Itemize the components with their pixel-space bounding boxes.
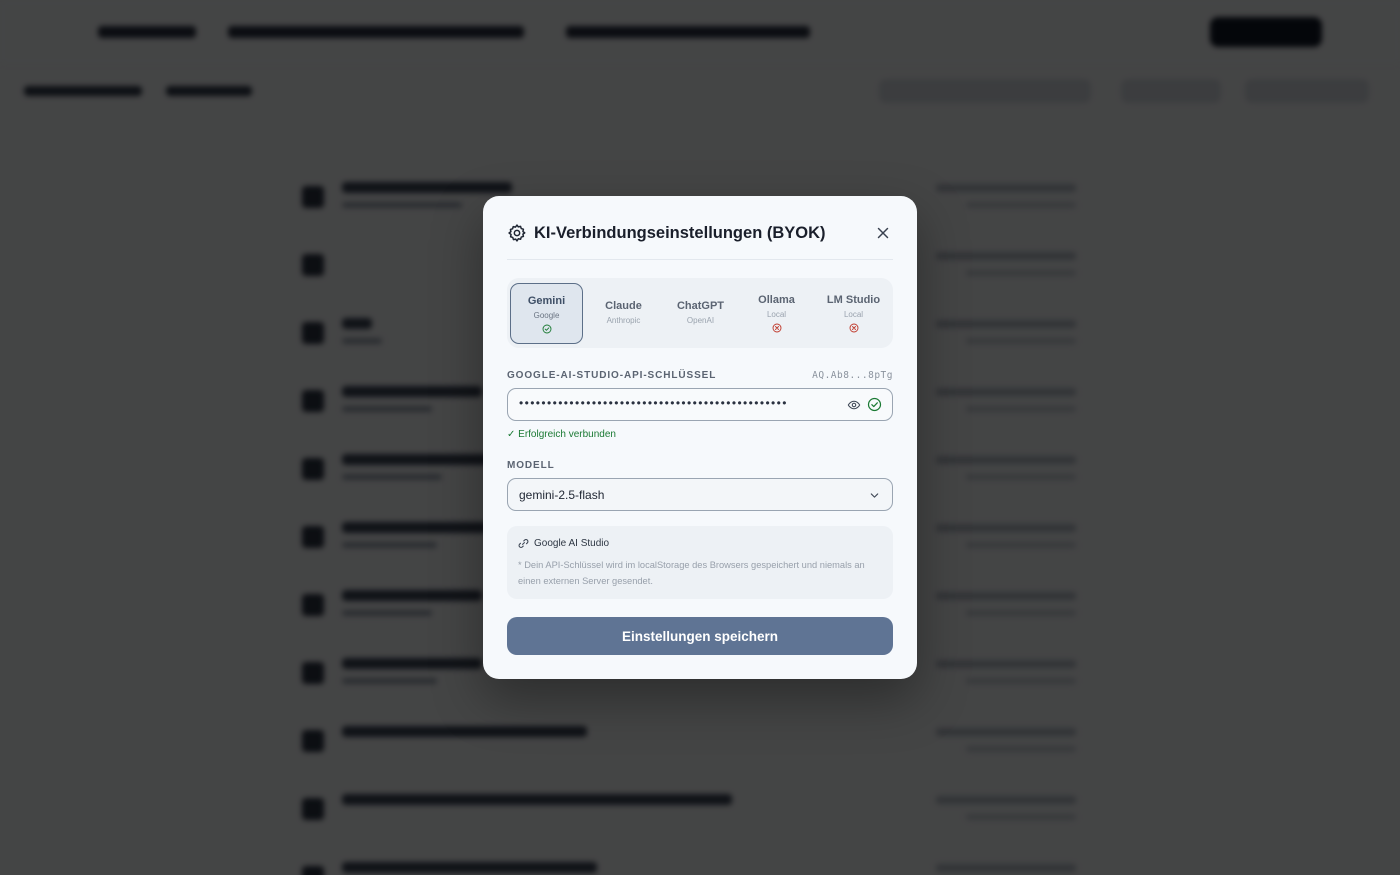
check-circle-icon — [867, 397, 882, 412]
gear-icon — [508, 224, 526, 242]
google-ai-studio-link[interactable]: Google AI Studio — [518, 538, 609, 549]
tab-lm-studio[interactable]: LM Studio Local — [817, 283, 890, 344]
tab-label: Ollama — [758, 294, 795, 306]
save-settings-button[interactable]: Einstellungen speichern — [507, 617, 893, 655]
model-selected-value: gemini-2.5-flash — [519, 488, 605, 502]
tab-sublabel: Google — [533, 311, 560, 320]
tab-sublabel: Anthropic — [606, 316, 641, 325]
dialog-title: KI-Verbindungseinstellungen (BYOK) — [534, 224, 826, 242]
tab-chatgpt[interactable]: ChatGPT OpenAI — [664, 283, 737, 344]
x-circle-icon — [849, 323, 858, 333]
chevron-down-icon — [870, 493, 879, 498]
tab-sublabel: Local — [766, 310, 787, 319]
api-key-input[interactable]: ••••••••••••••••••••••••••••••••••••••••… — [519, 393, 833, 413]
connection-success-message: ✓ Erfolgreich verbunden — [507, 429, 616, 440]
x-circle-icon — [772, 323, 781, 333]
provider-tabs: Gemini Google Claude Anthropic ChatGPT O… — [507, 278, 893, 348]
link-icon — [518, 539, 529, 548]
tab-label: LM Studio — [826, 294, 881, 306]
check-circle-icon — [542, 324, 551, 334]
tab-claude[interactable]: Claude Anthropic — [587, 283, 660, 344]
model-label: MODELL — [507, 460, 555, 471]
tab-label: Gemini — [527, 295, 566, 307]
tab-sublabel: OpenAI — [686, 316, 715, 325]
api-key-label: GOOGLE-AI-STUDIO-API-SCHLÜSSEL — [507, 370, 717, 381]
tab-label: Claude — [605, 300, 642, 312]
info-box: Google AI Studio * Dein API-Schlüssel wi… — [507, 526, 893, 599]
privacy-note: * Dein API-Schlüssel wird im localStorag… — [518, 560, 865, 586]
ai-settings-dialog: KI-Verbindungseinstellungen (BYOK) Gemin… — [483, 196, 917, 679]
api-key-field[interactable]: ••••••••••••••••••••••••••••••••••••••••… — [507, 388, 893, 421]
model-select[interactable]: gemini-2.5-flash — [507, 478, 893, 511]
tab-label: ChatGPT — [676, 300, 725, 312]
link-label: Google AI Studio — [534, 538, 610, 549]
close-icon[interactable] — [875, 225, 891, 241]
eye-icon[interactable] — [847, 398, 861, 412]
tab-ollama[interactable]: Ollama Local — [740, 283, 813, 344]
tab-gemini[interactable]: Gemini Google — [510, 283, 583, 344]
tab-sublabel: Local — [843, 310, 864, 319]
dialog-header: KI-Verbindungseinstellungen (BYOK) — [507, 220, 893, 260]
api-key-masked-hint: AQ.Ab8...8pTg — [812, 370, 893, 381]
